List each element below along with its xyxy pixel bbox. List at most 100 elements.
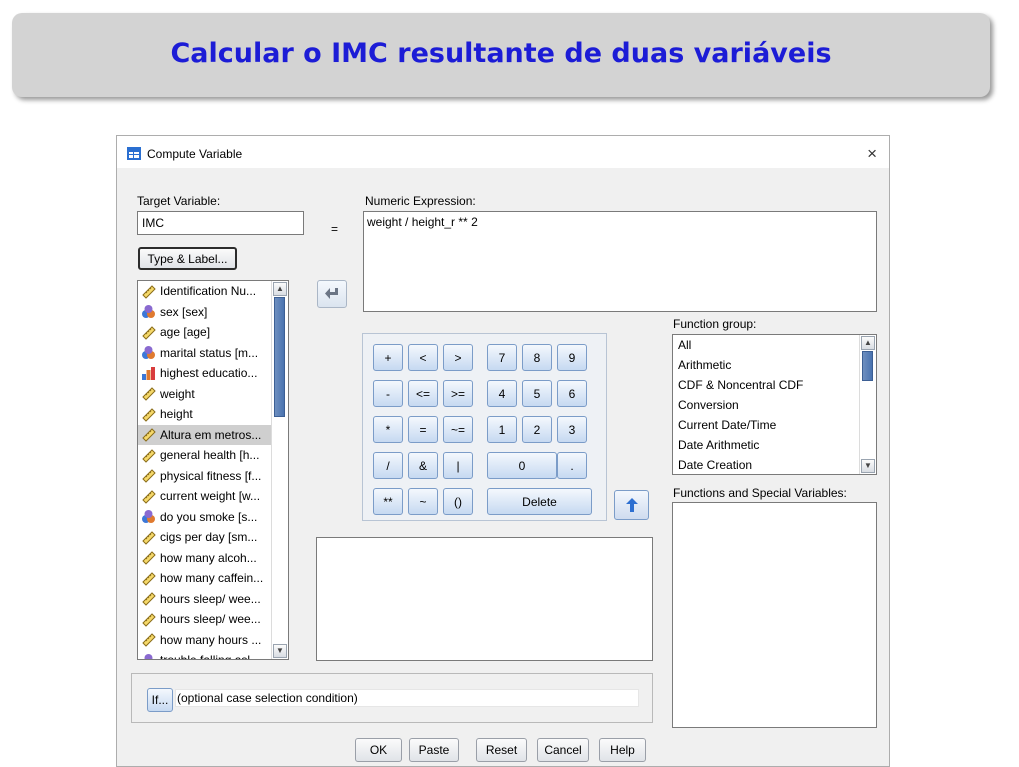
variable-item[interactable]: weight	[138, 384, 288, 405]
variable-label: sex [sex]	[160, 304, 208, 319]
function-group-item[interactable]: All	[673, 335, 876, 355]
cancel-button[interactable]: Cancel	[537, 738, 589, 762]
scroll-down-icon[interactable]: ▼	[861, 459, 875, 473]
nominal-icon	[141, 345, 160, 360]
calc-button-less-equal[interactable]: <=	[408, 380, 438, 407]
function-group-item[interactable]: Arithmetic	[673, 355, 876, 375]
calc-button-1[interactable]: 1	[487, 416, 517, 443]
scroll-down-icon[interactable]: ▼	[273, 644, 287, 658]
nominal-icon	[141, 509, 160, 524]
calc-button-divide[interactable]: /	[373, 452, 403, 479]
calc-button-equal[interactable]: =	[408, 416, 438, 443]
variable-item[interactable]: Identification Nu...	[138, 281, 288, 302]
calc-button-and[interactable]: &	[408, 452, 438, 479]
numeric-expression-label: Numeric Expression:	[365, 194, 476, 208]
nominal-icon	[141, 304, 160, 319]
window-title: Compute Variable	[147, 147, 243, 161]
variable-item[interactable]: sex [sex]	[138, 302, 288, 323]
ordinal-icon	[141, 366, 160, 381]
move-to-expression-button[interactable]	[317, 280, 347, 308]
ruler-icon	[141, 448, 160, 463]
ruler-icon	[141, 591, 160, 606]
scroll-up-icon[interactable]: ▲	[861, 336, 875, 350]
calc-button-0[interactable]: 0	[487, 452, 557, 479]
function-group-list[interactable]: All Arithmetic CDF & Noncentral CDF Convers…	[672, 334, 877, 475]
calc-button-6[interactable]: 6	[557, 380, 587, 407]
target-variable-label: Target Variable:	[137, 194, 221, 208]
ruler-icon	[141, 386, 160, 401]
variable-label: general health [h...	[160, 448, 260, 463]
ruler-icon	[141, 427, 160, 442]
variable-item[interactable]: hours sleep/ wee...	[138, 589, 288, 610]
calc-button-4[interactable]: 4	[487, 380, 517, 407]
function-group-item[interactable]: Current Date/Time	[673, 415, 876, 435]
variable-item[interactable]: how many caffein...	[138, 568, 288, 589]
help-button[interactable]: Help	[599, 738, 646, 762]
scroll-thumb[interactable]	[274, 297, 285, 417]
close-icon[interactable]: ×	[867, 144, 877, 164]
variable-item[interactable]: hours sleep/ wee...	[138, 609, 288, 630]
functions-special-variables-list[interactable]	[672, 502, 877, 728]
calc-button-2[interactable]: 2	[522, 416, 552, 443]
function-group-item[interactable]: Conversion	[673, 395, 876, 415]
calc-button-multiply[interactable]: *	[373, 416, 403, 443]
scroll-thumb[interactable]	[862, 351, 873, 381]
variable-list-scrollbar[interactable]: ▲ ▼	[271, 281, 288, 659]
calc-button-plus[interactable]: +	[373, 344, 403, 371]
function-group-item[interactable]: Date Creation	[673, 455, 876, 474]
calc-button-or[interactable]: |	[443, 452, 473, 479]
functions-special-variables-label: Functions and Special Variables:	[673, 486, 847, 500]
calc-button-5[interactable]: 5	[522, 380, 552, 407]
variable-item[interactable]: current weight [w...	[138, 486, 288, 507]
ruler-icon	[141, 325, 160, 340]
variable-label: do you smoke [s...	[160, 509, 258, 524]
variable-item[interactable]: age [age]	[138, 322, 288, 343]
compute-app-icon	[127, 147, 141, 160]
variable-item[interactable]: highest educatio...	[138, 363, 288, 384]
calc-button-greater-equal[interactable]: >=	[443, 380, 473, 407]
calc-button-8[interactable]: 8	[522, 344, 552, 371]
calc-button-greater[interactable]: >	[443, 344, 473, 371]
calc-button-7[interactable]: 7	[487, 344, 517, 371]
ok-button[interactable]: OK	[355, 738, 402, 762]
variable-item[interactable]: how many alcoh...	[138, 548, 288, 569]
variable-item[interactable]: do you smoke [s...	[138, 507, 288, 528]
if-button[interactable]: If...	[147, 688, 173, 712]
scroll-up-icon[interactable]: ▲	[273, 282, 287, 296]
calc-button-3[interactable]: 3	[557, 416, 587, 443]
variable-items: Identification Nu... sex [sex] age [age] ma…	[138, 281, 288, 659]
calc-button-minus[interactable]: -	[373, 380, 403, 407]
calc-button-delete[interactable]: Delete	[487, 488, 592, 515]
function-group-item[interactable]: Date Arithmetic	[673, 435, 876, 455]
ruler-icon	[141, 571, 160, 586]
calc-button-parentheses[interactable]: ()	[443, 488, 473, 515]
function-insert-button[interactable]	[614, 490, 649, 520]
variable-item[interactable]: cigs per day [sm...	[138, 527, 288, 548]
variable-item[interactable]: general health [h...	[138, 445, 288, 466]
calc-button-decimal[interactable]: .	[557, 452, 587, 479]
calc-button-9[interactable]: 9	[557, 344, 587, 371]
numeric-expression-input[interactable]: weight / height_r ** 2	[363, 211, 877, 312]
calc-button-less[interactable]: <	[408, 344, 438, 371]
variable-item[interactable]: how many hours ...	[138, 630, 288, 651]
function-group-scrollbar[interactable]: ▲ ▼	[859, 335, 876, 474]
case-selection-condition-field[interactable]: (optional case selection condition)	[175, 689, 639, 707]
variable-item[interactable]: physical fitness [f...	[138, 466, 288, 487]
target-variable-input[interactable]: IMC	[137, 211, 304, 235]
variable-item[interactable]: height	[138, 404, 288, 425]
calc-button-power[interactable]: **	[373, 488, 403, 515]
paste-button[interactable]: Paste	[409, 738, 459, 762]
variable-list[interactable]: Identification Nu... sex [sex] age [age] ma…	[137, 280, 289, 660]
variable-item[interactable]: Altura em metros...	[138, 424, 288, 445]
calc-button-not[interactable]: ~	[408, 488, 438, 515]
variable-item[interactable]: trouble falling asl...	[138, 650, 288, 659]
variable-item[interactable]: marital status [m...	[138, 343, 288, 364]
type-label-button[interactable]: Type & Label...	[138, 247, 237, 270]
calculator-pad: + < >7 8 9 - <= >= 4 5 6 * = ~= 1 2 3 /& | 0. ** ~() Delete	[362, 333, 607, 521]
ruler-icon	[141, 530, 160, 545]
reset-button[interactable]: Reset	[476, 738, 527, 762]
nominal-icon	[141, 653, 160, 659]
arrow-left-icon	[325, 288, 338, 299]
function-group-item[interactable]: CDF & Noncentral CDF	[673, 375, 876, 395]
calc-button-not-equal[interactable]: ~=	[443, 416, 473, 443]
